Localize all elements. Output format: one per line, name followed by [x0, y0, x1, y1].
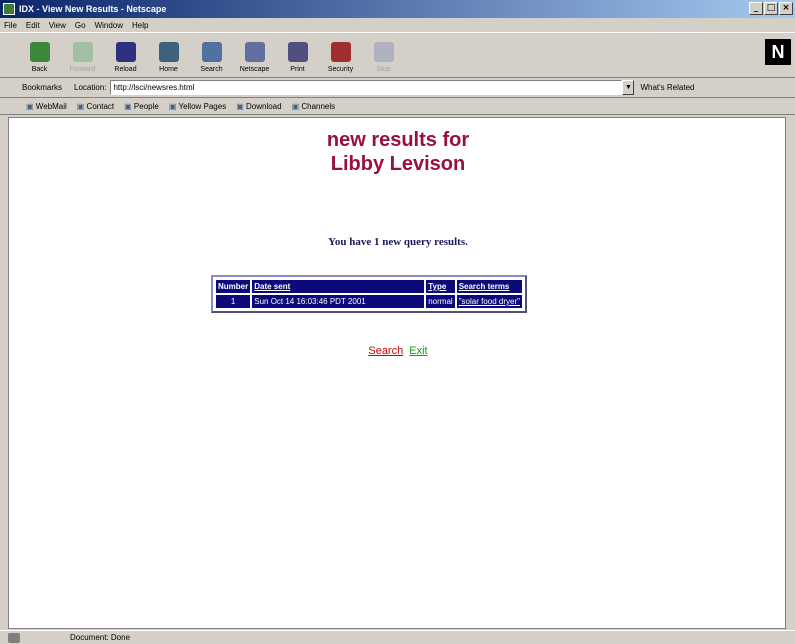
print-label: Print [290, 66, 305, 73]
exit-link[interactable]: Exit [409, 345, 427, 357]
results-table: Number Date sent Type Search terms 1 Sun… [214, 278, 524, 310]
menu-file[interactable]: File [4, 21, 17, 30]
security-lock-icon[interactable] [8, 632, 20, 643]
page-title-line2: Libby Levison [330, 153, 466, 175]
security-icon [330, 42, 351, 62]
cell-number: 1 [216, 295, 251, 308]
personal-toolbar: WebMail Contact People Yellow Pages Down… [0, 98, 795, 115]
cell-terms: "solar food dryer" [456, 295, 522, 308]
netscape-label: Netscape [239, 66, 270, 73]
stop-icon [373, 42, 394, 62]
status-text: Document: Done [70, 633, 131, 642]
personal-item-contact[interactable]: Contact [77, 102, 115, 111]
home-label: Home [159, 66, 178, 73]
menu-help[interactable]: Help [132, 21, 148, 30]
search-link[interactable]: Search [368, 345, 403, 357]
whats-related-button[interactable]: What's Related [640, 83, 694, 92]
back-button[interactable]: Back [18, 33, 61, 77]
home-button[interactable]: Home [147, 33, 190, 77]
back-label: Back [31, 66, 48, 73]
status-bar: Document: Done [0, 630, 795, 644]
url-field[interactable]: http://lsci/newsres.html [110, 80, 623, 95]
print-button[interactable]: Print [276, 33, 319, 77]
stop-button[interactable]: Stop [362, 33, 405, 77]
reload-icon [115, 42, 136, 62]
forward-button[interactable]: Forward [61, 33, 104, 77]
back-arrow-icon [29, 42, 50, 62]
netscape-app-icon [3, 3, 15, 15]
page-title: new results for Libby Levison [9, 128, 785, 176]
personal-item-webmail[interactable]: WebMail [26, 102, 67, 111]
window-title-bar: IDX - View New Results - Netscape _ □ × [0, 0, 795, 18]
personal-item-people[interactable]: People [124, 102, 159, 111]
url-dropdown-button[interactable]: ▼ [622, 80, 635, 95]
search-button[interactable]: Search [190, 33, 233, 77]
netscape-icon [244, 42, 265, 62]
cell-type: normal [426, 295, 455, 308]
page-title-line1: new results for [326, 129, 470, 151]
window-title: IDX - View New Results - Netscape [19, 4, 167, 14]
netscape-logo[interactable]: N [765, 39, 791, 65]
chevron-down-icon: ▼ [625, 84, 632, 91]
window-controls: _ □ × [749, 2, 793, 15]
results-table-frame: Number Date sent Type Search terms 1 Sun… [211, 275, 527, 313]
personal-item-yellow-pages[interactable]: Yellow Pages [169, 102, 226, 111]
security-button[interactable]: Security [319, 33, 362, 77]
print-icon [287, 42, 308, 62]
maximize-button[interactable]: □ [764, 2, 778, 15]
security-label: Security [327, 66, 354, 73]
close-button[interactable]: × [779, 2, 793, 15]
search-label: Search [200, 66, 223, 73]
reload-button[interactable]: Reload [104, 33, 147, 77]
menu-view[interactable]: View [49, 21, 66, 30]
cell-date: Sun Oct 14 16:03:46 PDT 2001 [252, 295, 425, 308]
personal-item-download[interactable]: Download [236, 102, 282, 111]
menu-go[interactable]: Go [75, 21, 86, 30]
col-type-header[interactable]: Type [426, 280, 455, 293]
page-content[interactable]: new results for Libby Levison You have 1… [8, 117, 786, 629]
menu-window[interactable]: Window [95, 21, 123, 30]
nav-links: Search Exit [9, 345, 785, 357]
col-terms-header[interactable]: Search terms [456, 280, 522, 293]
col-number-header: Number [216, 280, 251, 293]
menu-bar: File Edit View Go Window Help [0, 18, 795, 32]
reload-label: Reload [114, 66, 137, 73]
location-label: Location: [74, 83, 107, 92]
forward-arrow-icon [72, 42, 93, 62]
location-bar: Bookmarks Location: http://lsci/newsres.… [0, 78, 795, 98]
netscape-button[interactable]: Netscape [233, 33, 276, 77]
home-icon [158, 42, 179, 62]
search-terms-link[interactable]: "solar food dryer" [459, 297, 520, 306]
forward-label: Forward [69, 66, 96, 73]
navigation-toolbar: Back Forward Reload Home Search Netscape… [0, 32, 795, 78]
results-notice: You have 1 new query results. [328, 236, 468, 248]
bookmarks-button[interactable]: Bookmarks [22, 83, 62, 92]
personal-item-channels[interactable]: Channels [292, 102, 335, 111]
table-header-row: Number Date sent Type Search terms [216, 280, 522, 293]
menu-edit[interactable]: Edit [26, 21, 40, 30]
search-icon [201, 42, 222, 62]
stop-label: Stop [376, 66, 391, 73]
col-date-header[interactable]: Date sent [252, 280, 425, 293]
table-row: 1 Sun Oct 14 16:03:46 PDT 2001 normal "s… [216, 295, 522, 308]
minimize-button[interactable]: _ [749, 2, 763, 15]
